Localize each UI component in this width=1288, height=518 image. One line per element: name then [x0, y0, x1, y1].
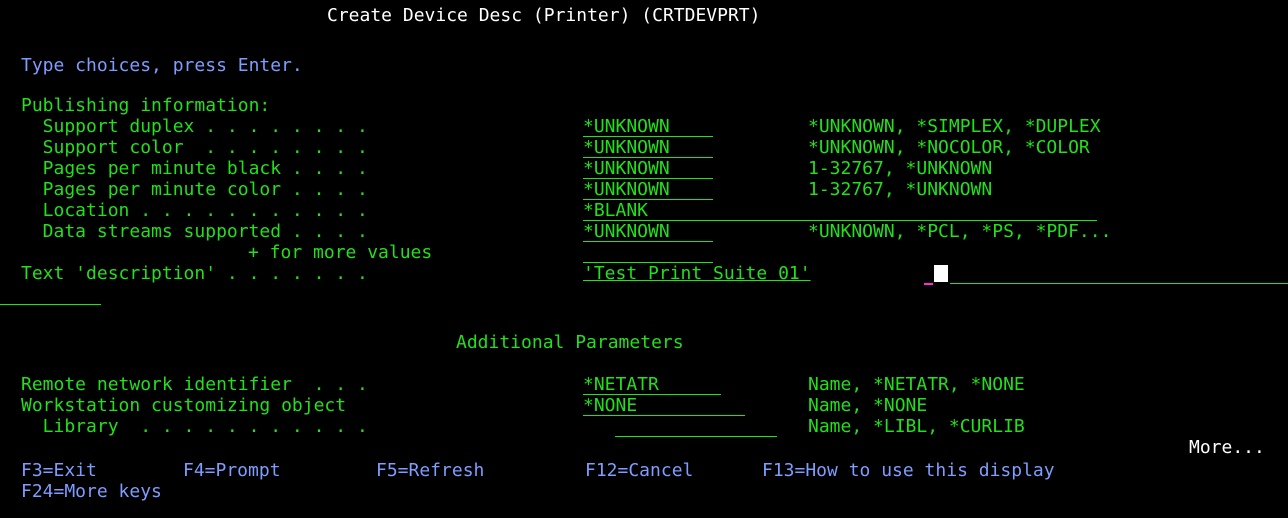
fkey-f13-help[interactable]: F13=How to use this display [762, 460, 1055, 481]
fkey-f24-more-keys[interactable]: F24=More keys [21, 481, 162, 502]
param-label-library: Library . . . . . . . . . . . [21, 416, 368, 437]
data-streams-choices: *UNKNOWN, *PCL, *PS, *PDF... [808, 221, 1112, 242]
param-label-ppm-color: Pages per minute color . . . . [21, 179, 368, 200]
workstation-object-field[interactable]: *NONE [583, 395, 745, 416]
support-duplex-choices: *UNKNOWN, *SIMPLEX, *DUPLEX [808, 116, 1101, 137]
support-color-choices: *UNKNOWN, *NOCOLOR, *COLOR [808, 137, 1090, 158]
text-description-underline [950, 283, 1288, 284]
fkey-f12-cancel[interactable]: F12=Cancel [585, 460, 693, 481]
param-label-data-streams: Data streams supported . . . . [21, 221, 368, 242]
cursor-block [934, 265, 948, 282]
ppm-black-field[interactable]: *UNKNOWN [583, 158, 713, 179]
fkey-f5-refresh[interactable]: F5=Refresh [376, 460, 484, 481]
library-choices: Name, *LIBL, *CURLIB [808, 416, 1025, 437]
param-label-ppm-black: Pages per minute black . . . . [21, 158, 368, 179]
param-label-remote-network: Remote network identifier . . . [21, 374, 368, 395]
param-label-workstation-object: Workstation customizing object [21, 395, 347, 416]
additional-parameters-header: Additional Parameters [456, 332, 684, 353]
text-description-field[interactable]: 'Test Print Suite 01' [583, 263, 811, 284]
param-label-support-color: Support color . . . . . . . . [21, 137, 368, 158]
support-duplex-field[interactable]: *UNKNOWN [583, 116, 713, 137]
param-label-support-duplex: Support duplex . . . . . . . . [21, 116, 368, 137]
instruction-text: Type choices, press Enter. [21, 55, 303, 76]
screen-title: Create Device Desc (Printer) (CRTDEVPRT) [327, 5, 761, 26]
data-streams-field[interactable]: *UNKNOWN [583, 221, 713, 242]
remote-network-choices: Name, *NETATR, *NONE [808, 374, 1025, 395]
more-values-field[interactable] [583, 242, 713, 263]
ppm-color-choices: 1-32767, *UNKNOWN [808, 179, 993, 200]
library-field[interactable] [615, 416, 777, 437]
param-label-location: Location . . . . . . . . . . . [21, 200, 368, 221]
remote-network-field[interactable]: *NETATR [583, 374, 721, 395]
fkey-f3-exit[interactable]: F3=Exit [21, 460, 97, 481]
location-field[interactable]: *BLANK [583, 200, 1097, 221]
ppm-black-choices: 1-32767, *UNKNOWN [808, 158, 993, 179]
text-description-label: Text 'description' . . . . . . . [21, 263, 368, 284]
more-values-label: + for more values [248, 242, 433, 263]
section-header: Publishing information: [21, 95, 271, 116]
more-indicator: More... [1189, 437, 1265, 458]
cursor-mark [924, 283, 933, 285]
ppm-color-field[interactable]: *UNKNOWN [583, 179, 713, 200]
text-description-underline-wrap [0, 304, 101, 305]
workstation-object-choices: Name, *NONE [808, 395, 928, 416]
support-color-field[interactable]: *UNKNOWN [583, 137, 713, 158]
fkey-f4-prompt[interactable]: F4=Prompt [183, 460, 281, 481]
